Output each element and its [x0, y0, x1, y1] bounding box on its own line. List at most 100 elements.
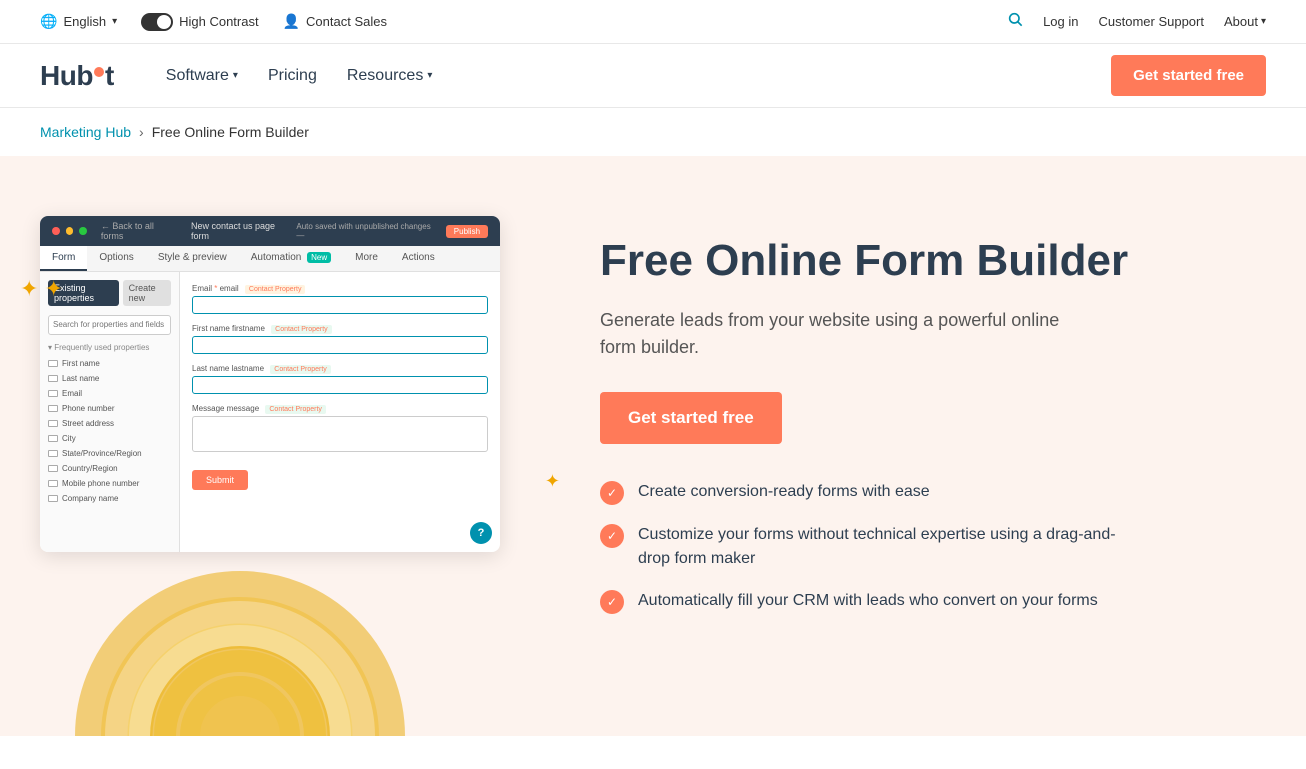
software-label: Software [166, 67, 229, 85]
pricing-label: Pricing [268, 67, 317, 85]
screenshot-form-area: Email * email Contact Property First nam… [180, 272, 500, 552]
breadcrumb: Marketing Hub › Free Online Form Builder [0, 108, 1306, 156]
utility-right: Log in Customer Support About ▾ [1007, 11, 1266, 32]
person-icon: 👤 [283, 13, 300, 30]
logo[interactable]: Hubt [40, 60, 114, 92]
resources-chevron-icon: ▾ [427, 70, 432, 81]
sparkle-right-icon: ✦ [545, 471, 560, 492]
rainbow-decoration [60, 516, 420, 736]
language-selector[interactable]: 🌐 English ▾ [40, 13, 117, 30]
check-icon-3: ✓ [600, 590, 624, 614]
message-row: Message message Contact Property [192, 404, 488, 452]
utility-left: 🌐 English ▾ High Contrast 👤 Contact Sale… [40, 13, 387, 31]
globe-icon: 🌐 [40, 13, 57, 30]
breadcrumb-current: Free Online Form Builder [152, 124, 309, 140]
actions-tab[interactable]: Actions [390, 246, 447, 271]
publish-button[interactable]: Publish [446, 225, 488, 238]
customer-support-link[interactable]: Customer Support [1098, 14, 1204, 29]
style-tab[interactable]: Style & preview [146, 246, 239, 271]
utility-bar: 🌐 English ▾ High Contrast 👤 Contact Sale… [0, 0, 1306, 44]
hero-section: ✦ ✦ ← Back to all forms New contact us p… [0, 156, 1306, 736]
software-chevron-icon: ▾ [233, 70, 238, 81]
autosaved-label: Auto saved with unpublished changes — [296, 222, 433, 240]
email-row: Email * email Contact Property [192, 284, 488, 314]
help-button[interactable]: ? [470, 522, 492, 544]
feature-item-3: ✓ Automatically fill your CRM with leads… [600, 589, 1120, 614]
hero-cta-button[interactable]: Get started free [600, 392, 782, 444]
field-state: State/Province/Region [48, 446, 171, 461]
message-label: Message message Contact Property [192, 404, 488, 414]
breadcrumb-separator: › [139, 124, 144, 140]
firstname-label: First name firstname Contact Property [192, 324, 488, 334]
nav-cta-button[interactable]: Get started free [1111, 55, 1266, 96]
firstname-row: First name firstname Contact Property [192, 324, 488, 354]
screenshot-sidebar: Existing properties Create new ▾ Frequen… [40, 272, 180, 552]
search-button[interactable] [1007, 11, 1023, 32]
form-tab[interactable]: Form [40, 246, 87, 271]
hero-title: Free Online Form Builder [600, 236, 1266, 287]
chevron-down-icon: ▾ [112, 16, 117, 27]
main-nav: Hubt Software ▾ Pricing Resources ▾ Get … [0, 44, 1306, 108]
check-icon-1: ✓ [600, 481, 624, 505]
language-label: English [63, 14, 106, 29]
dot-green [79, 227, 87, 235]
message-textarea-mock [192, 416, 488, 452]
breadcrumb-parent-link[interactable]: Marketing Hub [40, 124, 131, 140]
lastname-label: Last name lastname Contact Property [192, 364, 488, 374]
field-last-name: Last name [48, 371, 171, 386]
hubspot-dot [94, 67, 104, 77]
more-tab[interactable]: More [343, 246, 390, 271]
feature-text-1: Create conversion-ready forms with ease [638, 480, 930, 504]
email-label: Email * email Contact Property [192, 284, 488, 294]
feature-list: ✓ Create conversion-ready forms with eas… [600, 480, 1266, 614]
email-input-mock [192, 296, 488, 314]
resources-nav-item[interactable]: Resources ▾ [335, 59, 445, 93]
screenshot-tabs: Form Options Style & preview Automation … [40, 246, 500, 272]
high-contrast-toggle[interactable]: High Contrast [141, 13, 258, 31]
section-title: ▾ Frequently used properties [48, 343, 171, 352]
feature-item-2: ✓ Customize your forms without technical… [600, 523, 1120, 571]
firstname-input-mock [192, 336, 488, 354]
field-street: Street address [48, 416, 171, 431]
sparkle-left-icon: ✦ ✦ [20, 276, 63, 302]
create-new-tab[interactable]: Create new [123, 280, 171, 306]
about-label: About [1224, 14, 1258, 29]
contact-sales-label: Contact Sales [306, 14, 387, 29]
hero-image-side: ✦ ✦ ← Back to all forms New contact us p… [40, 196, 540, 552]
field-first-name: First name [48, 356, 171, 371]
feature-text-2: Customize your forms without technical e… [638, 523, 1120, 571]
screenshot-submit-button[interactable]: Submit [192, 470, 248, 490]
screenshot-body: Existing properties Create new ▾ Frequen… [40, 272, 500, 552]
logo-text: Hubt [40, 60, 114, 92]
sidebar-tabs: Existing properties Create new [48, 280, 171, 306]
rainbow-svg [60, 516, 420, 736]
dot-yellow [66, 227, 74, 235]
screenshot-topbar: ← Back to all forms New contact us page … [40, 216, 500, 246]
screenshot-title: New contact us page form [191, 221, 290, 241]
form-screenshot: ← Back to all forms New contact us page … [40, 216, 500, 552]
sidebar-search[interactable] [48, 315, 171, 335]
high-contrast-label: High Contrast [179, 14, 258, 29]
login-link[interactable]: Log in [1043, 14, 1078, 29]
hero-content: Free Online Form Builder Generate leads … [600, 196, 1266, 614]
toggle-switch[interactable] [141, 13, 173, 31]
dot-red [52, 227, 60, 235]
pricing-nav-item[interactable]: Pricing [256, 59, 329, 93]
field-email: Email [48, 386, 171, 401]
software-nav-item[interactable]: Software ▾ [154, 59, 250, 93]
resources-label: Resources [347, 67, 423, 85]
about-chevron-icon: ▾ [1261, 16, 1266, 27]
field-country: Country/Region [48, 461, 171, 476]
automation-tab[interactable]: Automation New [239, 246, 343, 271]
options-tab[interactable]: Options [87, 246, 145, 271]
contact-sales-link[interactable]: 👤 Contact Sales [283, 13, 387, 30]
lastname-row: Last name lastname Contact Property [192, 364, 488, 394]
hero-description: Generate leads from your website using a… [600, 307, 1100, 363]
about-menu[interactable]: About ▾ [1224, 14, 1266, 29]
nav-links: Software ▾ Pricing Resources ▾ [154, 59, 445, 93]
nav-left: Hubt Software ▾ Pricing Resources ▾ [40, 59, 444, 93]
field-phone: Phone number [48, 401, 171, 416]
field-mobile: Mobile phone number [48, 476, 171, 491]
feature-item-1: ✓ Create conversion-ready forms with eas… [600, 480, 1120, 505]
check-icon-2: ✓ [600, 524, 624, 548]
